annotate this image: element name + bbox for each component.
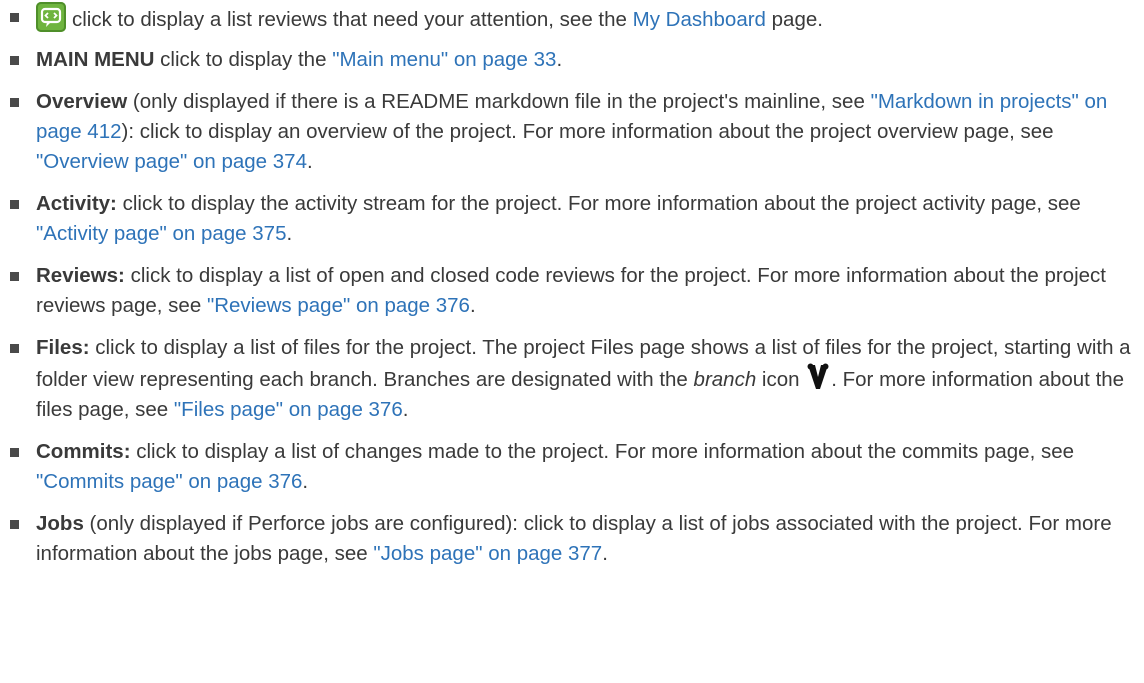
- bullet-marker: [10, 272, 19, 281]
- main-menu-link[interactable]: "Main menu" on page 33: [332, 48, 556, 71]
- bullet-marker: [10, 56, 19, 65]
- files-page-link[interactable]: "Files page" on page 376: [174, 398, 403, 421]
- item-term: Reviews:: [36, 264, 125, 287]
- bullet-marker: [10, 200, 19, 209]
- item-text: .: [402, 398, 409, 421]
- document-page: click to display a list reviews that nee…: [0, 0, 1144, 683]
- item-text: click to display the activity stream for…: [116, 192, 1081, 215]
- item-term: Jobs: [36, 512, 84, 535]
- list-item-files: Files: click to display a list of files …: [10, 333, 1144, 425]
- menu-description-list: click to display a list reviews that nee…: [0, 0, 1144, 569]
- item-term: Files:: [36, 336, 90, 359]
- activity-page-link[interactable]: "Activity page" on page 375: [36, 222, 286, 245]
- item-text: click to display the: [154, 48, 333, 71]
- item-text: .: [286, 222, 293, 245]
- item-text: icon: [756, 368, 806, 391]
- item-text: click to display a list reviews that nee…: [72, 8, 633, 31]
- branch-icon: [807, 363, 829, 391]
- bullet-marker: [10, 520, 19, 529]
- bullet-marker: [10, 98, 19, 107]
- item-term: Activity:: [36, 192, 117, 215]
- list-item-jobs: Jobs (only displayed if Perforce jobs ar…: [10, 509, 1144, 569]
- bullet-marker: [10, 448, 19, 457]
- my-dashboard-link[interactable]: My Dashboard: [633, 8, 766, 31]
- item-text: ): click to display an overview of the p…: [121, 120, 1054, 143]
- bullet-marker: [10, 13, 19, 22]
- item-text: (only displayed if there is a README mar…: [127, 90, 871, 113]
- item-term: MAIN MENU: [36, 48, 155, 71]
- item-text: click to display a list of changes made …: [130, 440, 1075, 463]
- item-text: .: [602, 542, 608, 565]
- overview-page-link[interactable]: "Overview page" on page 374: [36, 150, 307, 173]
- list-item-commits: Commits: click to display a list of chan…: [10, 437, 1144, 497]
- item-term: Commits:: [36, 440, 131, 463]
- list-item-overview: Overview (only displayed if there is a R…: [10, 87, 1144, 177]
- item-text: click to display a list of open and clos…: [36, 264, 1106, 317]
- jobs-page-link[interactable]: "Jobs page" on page 377: [373, 542, 602, 565]
- list-item-main-menu: MAIN MENU click to display the "Main men…: [10, 45, 1144, 75]
- dashboard-icon: [36, 2, 66, 32]
- item-text: .: [306, 150, 313, 173]
- item-term: Overview: [36, 90, 128, 113]
- branch-italic-word: branch: [693, 368, 757, 391]
- item-text: .: [556, 48, 563, 71]
- reviews-page-link[interactable]: "Reviews page" on page 376: [207, 294, 470, 317]
- item-text: .: [302, 470, 309, 493]
- item-text: page.: [765, 8, 823, 31]
- list-item-dashboard: click to display a list reviews that nee…: [10, 0, 1144, 35]
- list-item-activity: Activity: click to display the activity …: [10, 189, 1144, 249]
- commits-page-link[interactable]: "Commits page" on page 376: [36, 470, 302, 493]
- list-item-reviews: Reviews: click to display a list of open…: [10, 261, 1144, 321]
- bullet-marker: [10, 344, 19, 353]
- item-text: .: [469, 294, 476, 317]
